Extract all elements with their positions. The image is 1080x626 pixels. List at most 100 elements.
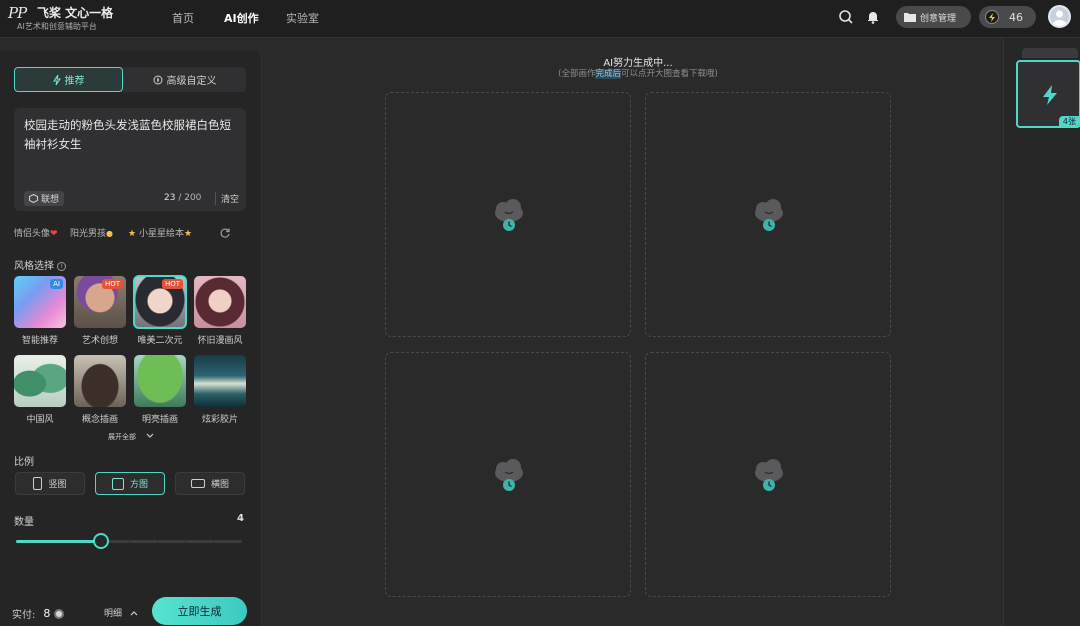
style-name: 智能推荐 — [21, 336, 58, 346]
payment-summary: 实付: 8 — [12, 606, 65, 621]
logo[interactable]: PP 飞桨 文心一格 AI艺术和创意辅助平台 — [8, 2, 128, 34]
style-thumb: HOT — [74, 276, 126, 328]
nav-ai-create[interactable]: AI创作 — [224, 10, 259, 26]
tab-recommend[interactable]: 推荐 — [14, 67, 123, 92]
style-card-film[interactable]: 炫彩胶片 — [194, 355, 246, 425]
square-icon — [111, 477, 124, 490]
associate-label: 联想 — [41, 195, 60, 205]
loading-cloud-icon — [495, 199, 523, 231]
style-section-title: 风格选择 i — [14, 257, 67, 272]
style-thumb — [194, 276, 246, 328]
history-tab[interactable] — [1022, 48, 1078, 58]
bolt-icon — [985, 10, 999, 24]
bolt-icon — [52, 74, 61, 85]
tab-advanced[interactable]: 高级自定义 — [123, 67, 246, 92]
ratio-landscape[interactable]: 横图 — [175, 472, 245, 495]
ratio-section-title: 比例 — [14, 457, 34, 468]
style-card-retro-comic[interactable]: 怀旧漫画风 — [194, 276, 246, 346]
coin-icon — [54, 608, 65, 619]
suggestion-label: 阳光男孩 — [70, 229, 107, 239]
style-name: 概念插画 — [81, 415, 118, 425]
pay-label: 实付: — [12, 610, 36, 621]
suggestion-tag[interactable]: 情侣头像❤ — [14, 226, 58, 239]
style-name: 唯美二次元 — [137, 336, 183, 346]
detail-label: 明细 — [104, 609, 123, 619]
style-name: 炫彩胶片 — [201, 415, 238, 425]
generation-hint: (全部画作完成后可以点开大图查看下载哦) — [385, 67, 891, 79]
landscape-icon — [190, 479, 205, 488]
slider-fill — [16, 540, 101, 543]
nav-lab[interactable]: 实验室 — [286, 10, 319, 26]
credits-count: 46 — [1009, 10, 1023, 24]
cube-icon — [29, 194, 38, 203]
bolt-icon — [1043, 85, 1057, 105]
image-slot-1 — [385, 92, 631, 337]
create-manage-button[interactable]: 创意管理 — [896, 6, 971, 28]
quantity-section-title: 数量 — [14, 517, 34, 528]
suggestion-label: 小星星绘本 — [138, 229, 184, 239]
suggestion-tag[interactable]: 阳光男孩● — [70, 226, 113, 239]
style-thumb: HOT — [133, 275, 187, 329]
expand-label: 展开全部 — [108, 433, 136, 441]
style-thumb — [14, 355, 66, 407]
prompt-input[interactable]: 校园走动的粉色头发浅蓝色校服裙白色短袖衬衫女生 联想 23 / 200 清空 — [14, 108, 246, 211]
bell-icon[interactable] — [864, 8, 882, 26]
star-icon: ★ — [128, 229, 137, 239]
quantity-slider[interactable] — [16, 533, 242, 549]
expand-all-button[interactable]: 展开全部 — [108, 432, 154, 442]
slider-tick — [213, 539, 214, 544]
image-slot-3 — [385, 352, 631, 597]
hint-text: 可以点开大图查看下载哦) — [621, 69, 718, 79]
tab-advanced-label: 高级自定义 — [166, 76, 217, 87]
loading-cloud-icon — [495, 459, 523, 491]
prompt-text[interactable]: 校园走动的粉色头发浅蓝色校服裙白色短袖衬衫女生 — [24, 116, 236, 154]
suggestion-tag[interactable]: ★ 小星星绘本★ — [128, 226, 192, 239]
info-icon[interactable]: i — [57, 262, 67, 271]
style-name: 中国风 — [26, 415, 54, 425]
style-card-chinese[interactable]: 中国风 — [14, 355, 66, 425]
hint-text: (全部画作 — [558, 69, 596, 79]
ratio-label: 横图 — [210, 480, 229, 490]
folder-icon — [904, 13, 916, 22]
clear-button[interactable]: 清空 — [215, 192, 239, 205]
search-icon[interactable] — [837, 8, 855, 26]
chevron-down-icon — [146, 433, 154, 438]
ai-badge: AI — [50, 279, 63, 289]
slider-tick — [157, 539, 158, 544]
ratio-portrait[interactable]: 竖图 — [15, 472, 85, 495]
style-card-smart[interactable]: AI 智能推荐 — [14, 276, 66, 346]
ratio-square[interactable]: 方图 — [95, 472, 165, 495]
slider-tick — [185, 539, 186, 544]
logo-name: 飞桨 文心一格 — [37, 6, 114, 20]
associate-button[interactable]: 联想 — [24, 191, 65, 206]
user-avatar[interactable] — [1048, 5, 1071, 28]
slider-handle[interactable] — [92, 533, 109, 549]
create-panel: 推荐 高级自定义 校园走动的粉色头发浅蓝色校服裙白色短袖衬衫女生 联想 23 /… — [0, 50, 262, 626]
loading-cloud-icon — [755, 199, 783, 231]
style-card-anime[interactable]: HOT 唯美二次元 — [133, 275, 187, 346]
top-navbar: PP 飞桨 文心一格 AI艺术和创意辅助平台 首页 AI创作 实验室 创意管理 … — [0, 0, 1080, 38]
generate-button[interactable]: 立即生成 — [152, 597, 247, 625]
style-thumb — [194, 355, 246, 407]
history-item[interactable]: 4张 — [1016, 60, 1080, 128]
credits-button[interactable]: 46 — [979, 6, 1036, 28]
ratio-label: 竖图 — [48, 480, 67, 490]
heart-icon: ❤ — [50, 229, 58, 239]
refresh-icon[interactable] — [219, 224, 231, 238]
portrait-icon — [33, 477, 43, 490]
quantity-value: 4 — [237, 513, 244, 524]
nav-home[interactable]: 首页 — [172, 10, 194, 26]
image-slot-2 — [645, 92, 891, 337]
style-card-art[interactable]: HOT 艺术创想 — [74, 276, 126, 346]
sun-face-icon: ● — [106, 229, 113, 238]
hot-badge: HOT — [101, 279, 123, 289]
create-manage-label: 创意管理 — [920, 13, 957, 24]
loading-cloud-icon — [755, 459, 783, 491]
style-card-concept[interactable]: 概念插画 — [74, 355, 126, 425]
ratio-label: 方图 — [129, 480, 148, 490]
style-name: 艺术创想 — [81, 336, 118, 346]
char-limit: / 200 — [178, 193, 202, 203]
style-card-bright[interactable]: 明亮插画 — [134, 355, 186, 425]
detail-toggle[interactable]: 明细 — [104, 606, 138, 619]
hot-badge: HOT — [161, 279, 183, 289]
